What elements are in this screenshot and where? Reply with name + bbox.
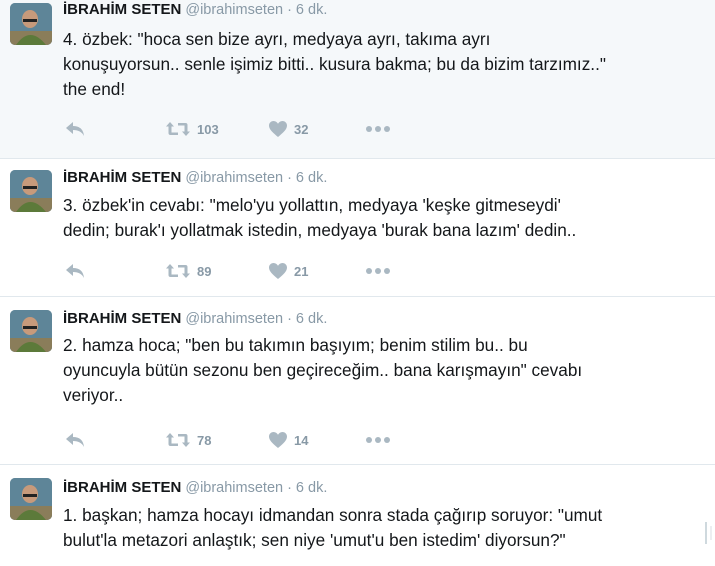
meta-separator: · (287, 480, 292, 496)
avatar[interactable] (10, 478, 52, 520)
avatar[interactable] (10, 310, 52, 352)
tweet-text: 4. özbek: "hoca sen bize ayrı, medyaya a… (63, 29, 606, 99)
like-button[interactable]: 32 (268, 119, 308, 139)
like-count: 14 (294, 432, 309, 448)
meta-separator: · (287, 311, 292, 327)
author-handle[interactable]: @ibrahimseten (185, 480, 283, 496)
tweet-header: İBRAHİM SETEN @ibrahimseten · 6 dk. (63, 479, 327, 496)
avatar[interactable] (10, 170, 52, 212)
reply-button[interactable] (63, 261, 87, 281)
tweet[interactable]: İBRAHİM SETEN @ibrahimseten · 6 dk. 3. özbe… (0, 159, 715, 297)
more-button[interactable] (365, 430, 391, 450)
reply-icon (63, 120, 87, 138)
author-handle[interactable]: @ibrahimseten (185, 170, 283, 186)
more-button[interactable] (365, 261, 391, 281)
retweet-icon (165, 431, 191, 449)
like-button[interactable]: 21 (268, 261, 308, 281)
reply-icon (63, 431, 87, 449)
retweet-icon (165, 262, 191, 280)
heart-icon (268, 262, 288, 280)
retweet-count: 78 (197, 432, 212, 448)
meta-separator: · (287, 170, 292, 186)
tweet-header: İBRAHİM SETEN @ibrahimseten · 6 dk. (63, 310, 327, 327)
retweet-button[interactable]: 103 (165, 119, 219, 139)
more-icon (365, 436, 391, 444)
tweet[interactable]: İBRAHİM SETEN @ibrahimseten · 6 dk. 1. başk… (0, 465, 715, 566)
timestamp[interactable]: 6 dk. (296, 170, 327, 186)
retweet-icon (165, 120, 191, 138)
like-button[interactable]: 14 (268, 430, 308, 450)
reply-button[interactable] (63, 119, 87, 139)
timestamp[interactable]: 6 dk. (296, 480, 327, 496)
author-handle[interactable]: @ibrahimseten (185, 2, 283, 18)
retweet-button[interactable]: 78 (165, 430, 211, 450)
reply-button[interactable] (63, 430, 87, 450)
tweet-text: 1. başkan; hamza hocayı idmandan sonra s… (63, 505, 603, 550)
author-name[interactable]: İBRAHİM SETEN (63, 169, 181, 186)
author-name[interactable]: İBRAHİM SETEN (63, 1, 181, 18)
tweet[interactable]: İBRAHİM SETEN @ibrahimseten · 6 dk. 4. özbe… (0, 0, 715, 158)
heart-icon (268, 120, 288, 138)
tweet-text: 2. hamza hoca; "ben bu takımın başıyım; … (63, 335, 583, 405)
meta-separator: · (287, 2, 292, 18)
retweet-count: 89 (197, 263, 212, 279)
timestamp[interactable]: 6 dk. (296, 311, 327, 327)
tweet-header: İBRAHİM SETEN @ibrahimseten · 6 dk. (63, 1, 327, 18)
avatar[interactable] (10, 3, 52, 45)
retweet-button[interactable]: 89 (165, 261, 211, 281)
timestamp[interactable]: 6 dk. (296, 2, 327, 18)
scrollbar-edge[interactable] (703, 522, 715, 544)
tweet-text: 3. özbek'in cevabı: "melo'yu yollattın, … (63, 195, 577, 240)
tweet-actions: 89 21 (63, 261, 463, 281)
author-name[interactable]: İBRAHİM SETEN (63, 310, 181, 327)
more-icon (365, 125, 391, 133)
author-handle[interactable]: @ibrahimseten (185, 311, 283, 327)
tweet-timeline: İBRAHİM SETEN @ibrahimseten · 6 dk. 4. özbe… (0, 0, 715, 566)
more-button[interactable] (365, 119, 391, 139)
author-name[interactable]: İBRAHİM SETEN (63, 479, 181, 496)
tweet-actions: 78 14 (63, 430, 463, 450)
tweet-header: İBRAHİM SETEN @ibrahimseten · 6 dk. (63, 169, 327, 186)
like-count: 21 (294, 263, 309, 279)
more-icon (365, 267, 391, 275)
like-count: 32 (294, 121, 309, 137)
tweet-actions: 103 32 (63, 119, 463, 139)
heart-icon (268, 431, 288, 449)
reply-icon (63, 262, 87, 280)
retweet-count: 103 (197, 121, 219, 137)
tweet[interactable]: İBRAHİM SETEN @ibrahimseten · 6 dk. 2. hamz… (0, 297, 715, 465)
